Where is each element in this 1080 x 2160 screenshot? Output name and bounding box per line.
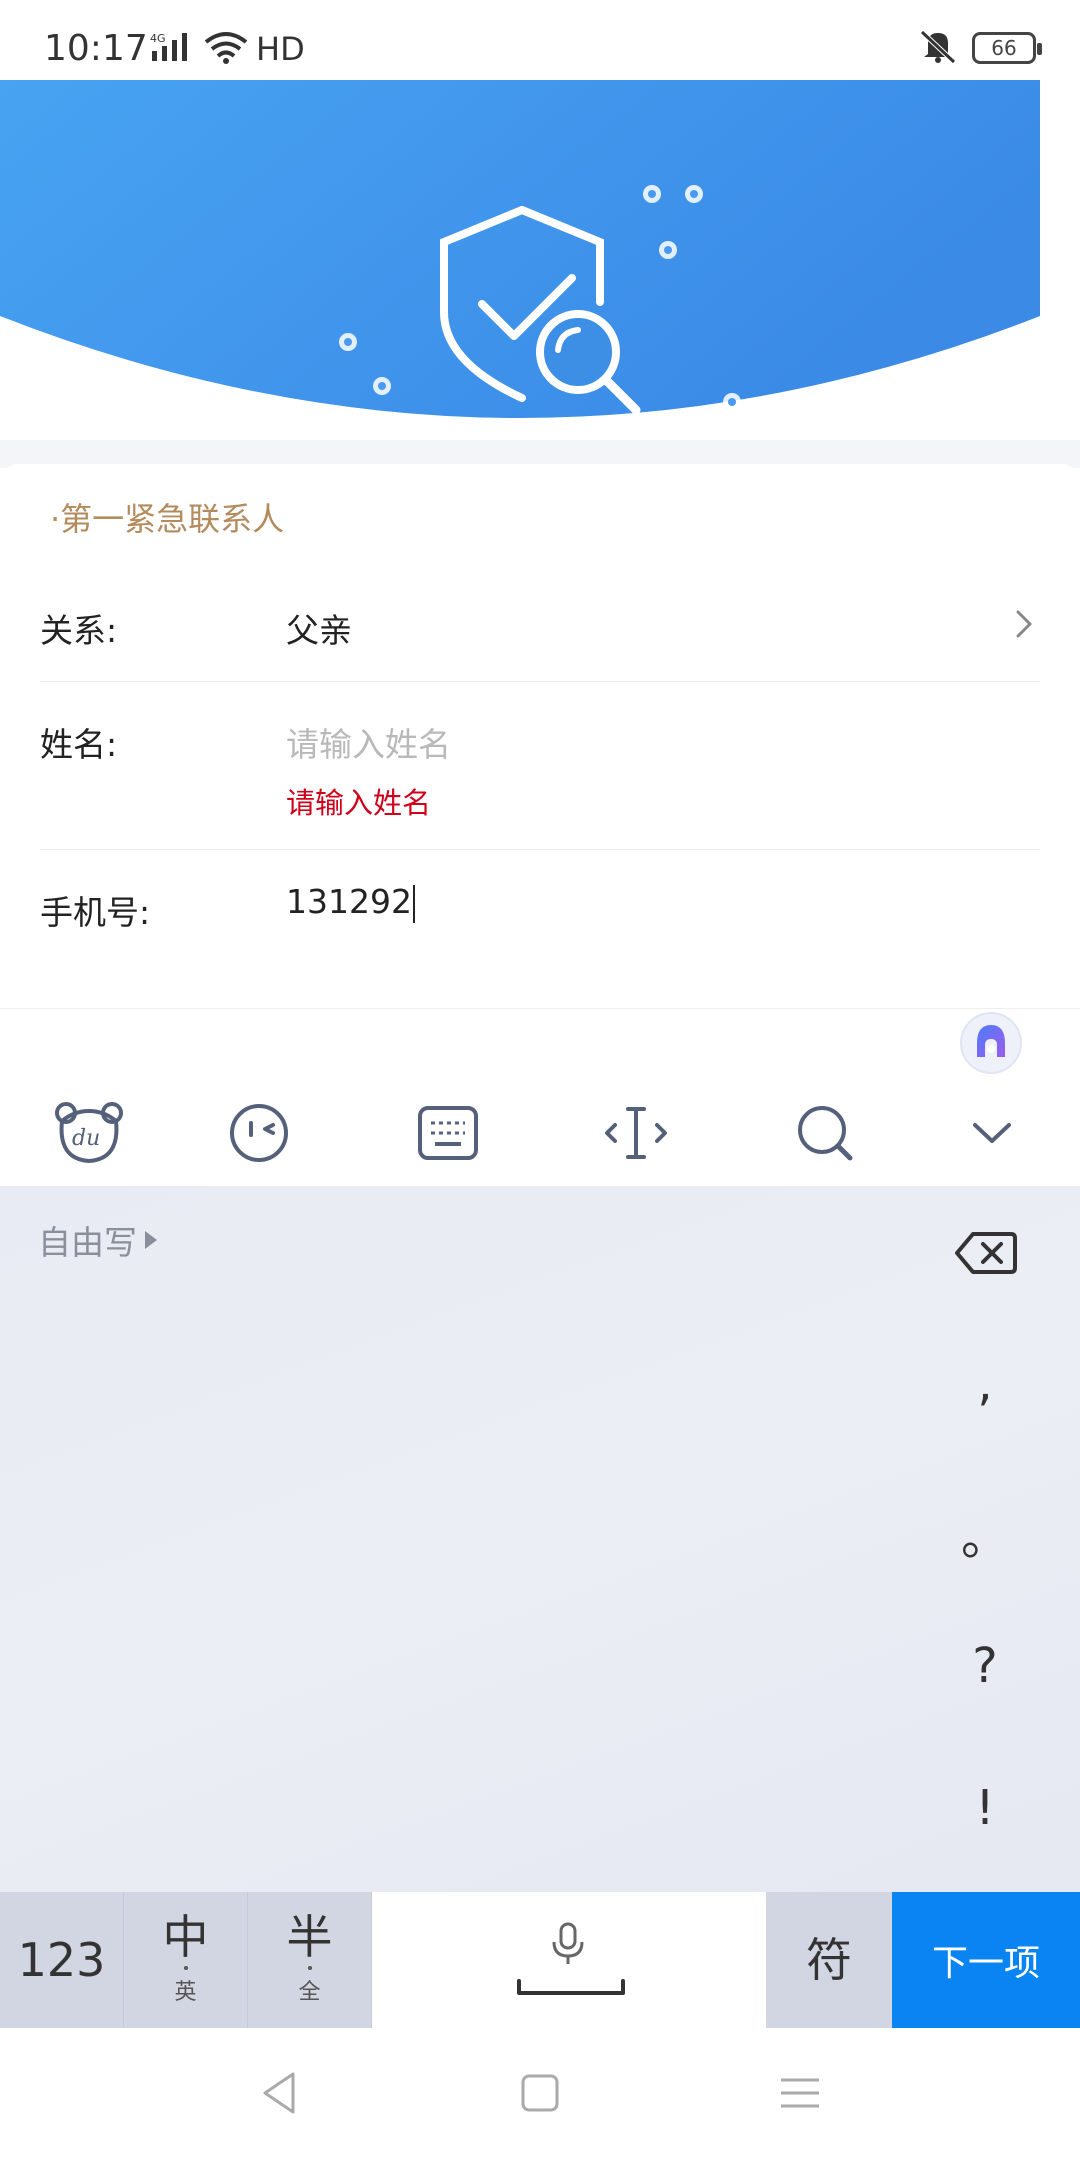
space-key[interactable] [372,1892,766,2028]
status-time: 10:17 [44,28,148,69]
decorative-dot [682,182,706,210]
punct-comma-key[interactable]: , [950,1356,1020,1412]
cursor-move-icon[interactable] [601,1098,671,1168]
security-banner [0,80,1080,440]
punct-exclamation-key[interactable]: ! [950,1780,1020,1836]
next-field-key[interactable]: 下一项 [892,1892,1080,2028]
baidu-input-logo-icon[interactable]: du [54,1098,124,1168]
search-icon[interactable] [790,1098,860,1168]
status-bar: 10:17 4G HD 66 [0,0,1080,80]
name-error-message: 请输入姓名 [286,786,432,820]
decorative-dot [720,390,744,418]
relation-row[interactable]: 关系: 父亲 [40,574,1040,682]
english-label: 英 [174,1980,197,2005]
phone-row[interactable]: 手机号: 131292 [40,850,1040,1008]
phone-label: 手机号: [40,893,151,932]
phone-input[interactable]: 131292 [286,882,415,923]
keyboard-divider [0,1008,1080,1009]
handwriting-area[interactable]: 自由写 , 。 ? ! [0,1186,1080,1892]
triangle-right-icon [145,1231,157,1249]
decorative-dot [640,182,664,210]
system-navigation-bar [0,2028,1080,2160]
mute-bell-icon [918,28,958,68]
backspace-icon[interactable] [955,1230,1017,1276]
section-title: ·第一紧急联系人 [50,500,285,538]
signal-icon: 4G [150,31,196,67]
dot-separator [307,1966,312,1970]
punct-question-key[interactable]: ? [950,1638,1020,1694]
dot-separator [183,1966,188,1970]
status-icons-left: 4G HD [150,30,305,68]
battery-indicator: 66 [972,32,1042,64]
keyboard-layout-icon[interactable] [413,1098,483,1168]
free-write-label: 自由写 [38,1223,137,1262]
half-full-width-key[interactable]: 半 全 [248,1892,372,2028]
text-caret [412,884,415,923]
name-label: 姓名: [40,725,118,764]
ai-assistant-icon [971,1021,1011,1065]
relation-label: 关系: [40,611,118,650]
relation-value[interactable]: 父亲 [286,604,352,652]
half-width-label: 半 [286,1910,333,1964]
keyboard-bottom-row: 123 中 英 半 全 符 下一项 [0,1892,1080,2028]
space-bar-icon [516,1978,626,2002]
back-icon[interactable] [255,2068,305,2118]
symbol-key[interactable]: 符 [766,1892,892,2028]
menu-icon[interactable] [775,2068,825,2118]
full-width-label: 全 [298,1980,321,2005]
status-icons-right: 66 [918,28,1042,68]
emergency-contact-card: ·第一紧急联系人 关系: 父亲 姓名: 请输入姓名 请输入姓名 手机号: 131… [0,464,1080,1008]
svg-text:4G: 4G [150,32,166,45]
hd-label: HD [256,30,305,68]
free-write-toggle[interactable]: 自由写 [38,1216,157,1264]
decorative-dot [656,238,680,266]
collapse-keyboard-icon[interactable] [957,1098,1027,1168]
shield-check-icon [430,202,650,426]
home-icon[interactable] [515,2068,565,2118]
decorative-dot [336,330,360,358]
decorative-dot [370,374,394,402]
emoji-icon[interactable] [224,1098,294,1168]
ai-assistant-button[interactable] [960,1012,1022,1074]
punct-period-key[interactable]: 。 [950,1498,1020,1568]
next-field-label: 下一项 [931,1943,1040,1984]
wifi-icon [204,30,248,68]
name-input[interactable]: 请输入姓名 [286,718,451,766]
name-row[interactable]: 姓名: 请输入姓名 请输入姓名 [40,682,1040,850]
chinese-english-toggle-key[interactable]: 中 英 [124,1892,248,2028]
phone-value: 131292 [286,882,412,921]
symbol-key-label: 符 [806,1933,852,1987]
chinese-label: 中 [162,1910,209,1964]
numeric-key-label: 123 [17,1933,106,1987]
chevron-right-icon[interactable] [1008,608,1040,640]
svg-text:du: du [72,1126,100,1151]
microphone-icon [548,1922,588,1970]
numeric-key[interactable]: 123 [0,1892,124,2028]
